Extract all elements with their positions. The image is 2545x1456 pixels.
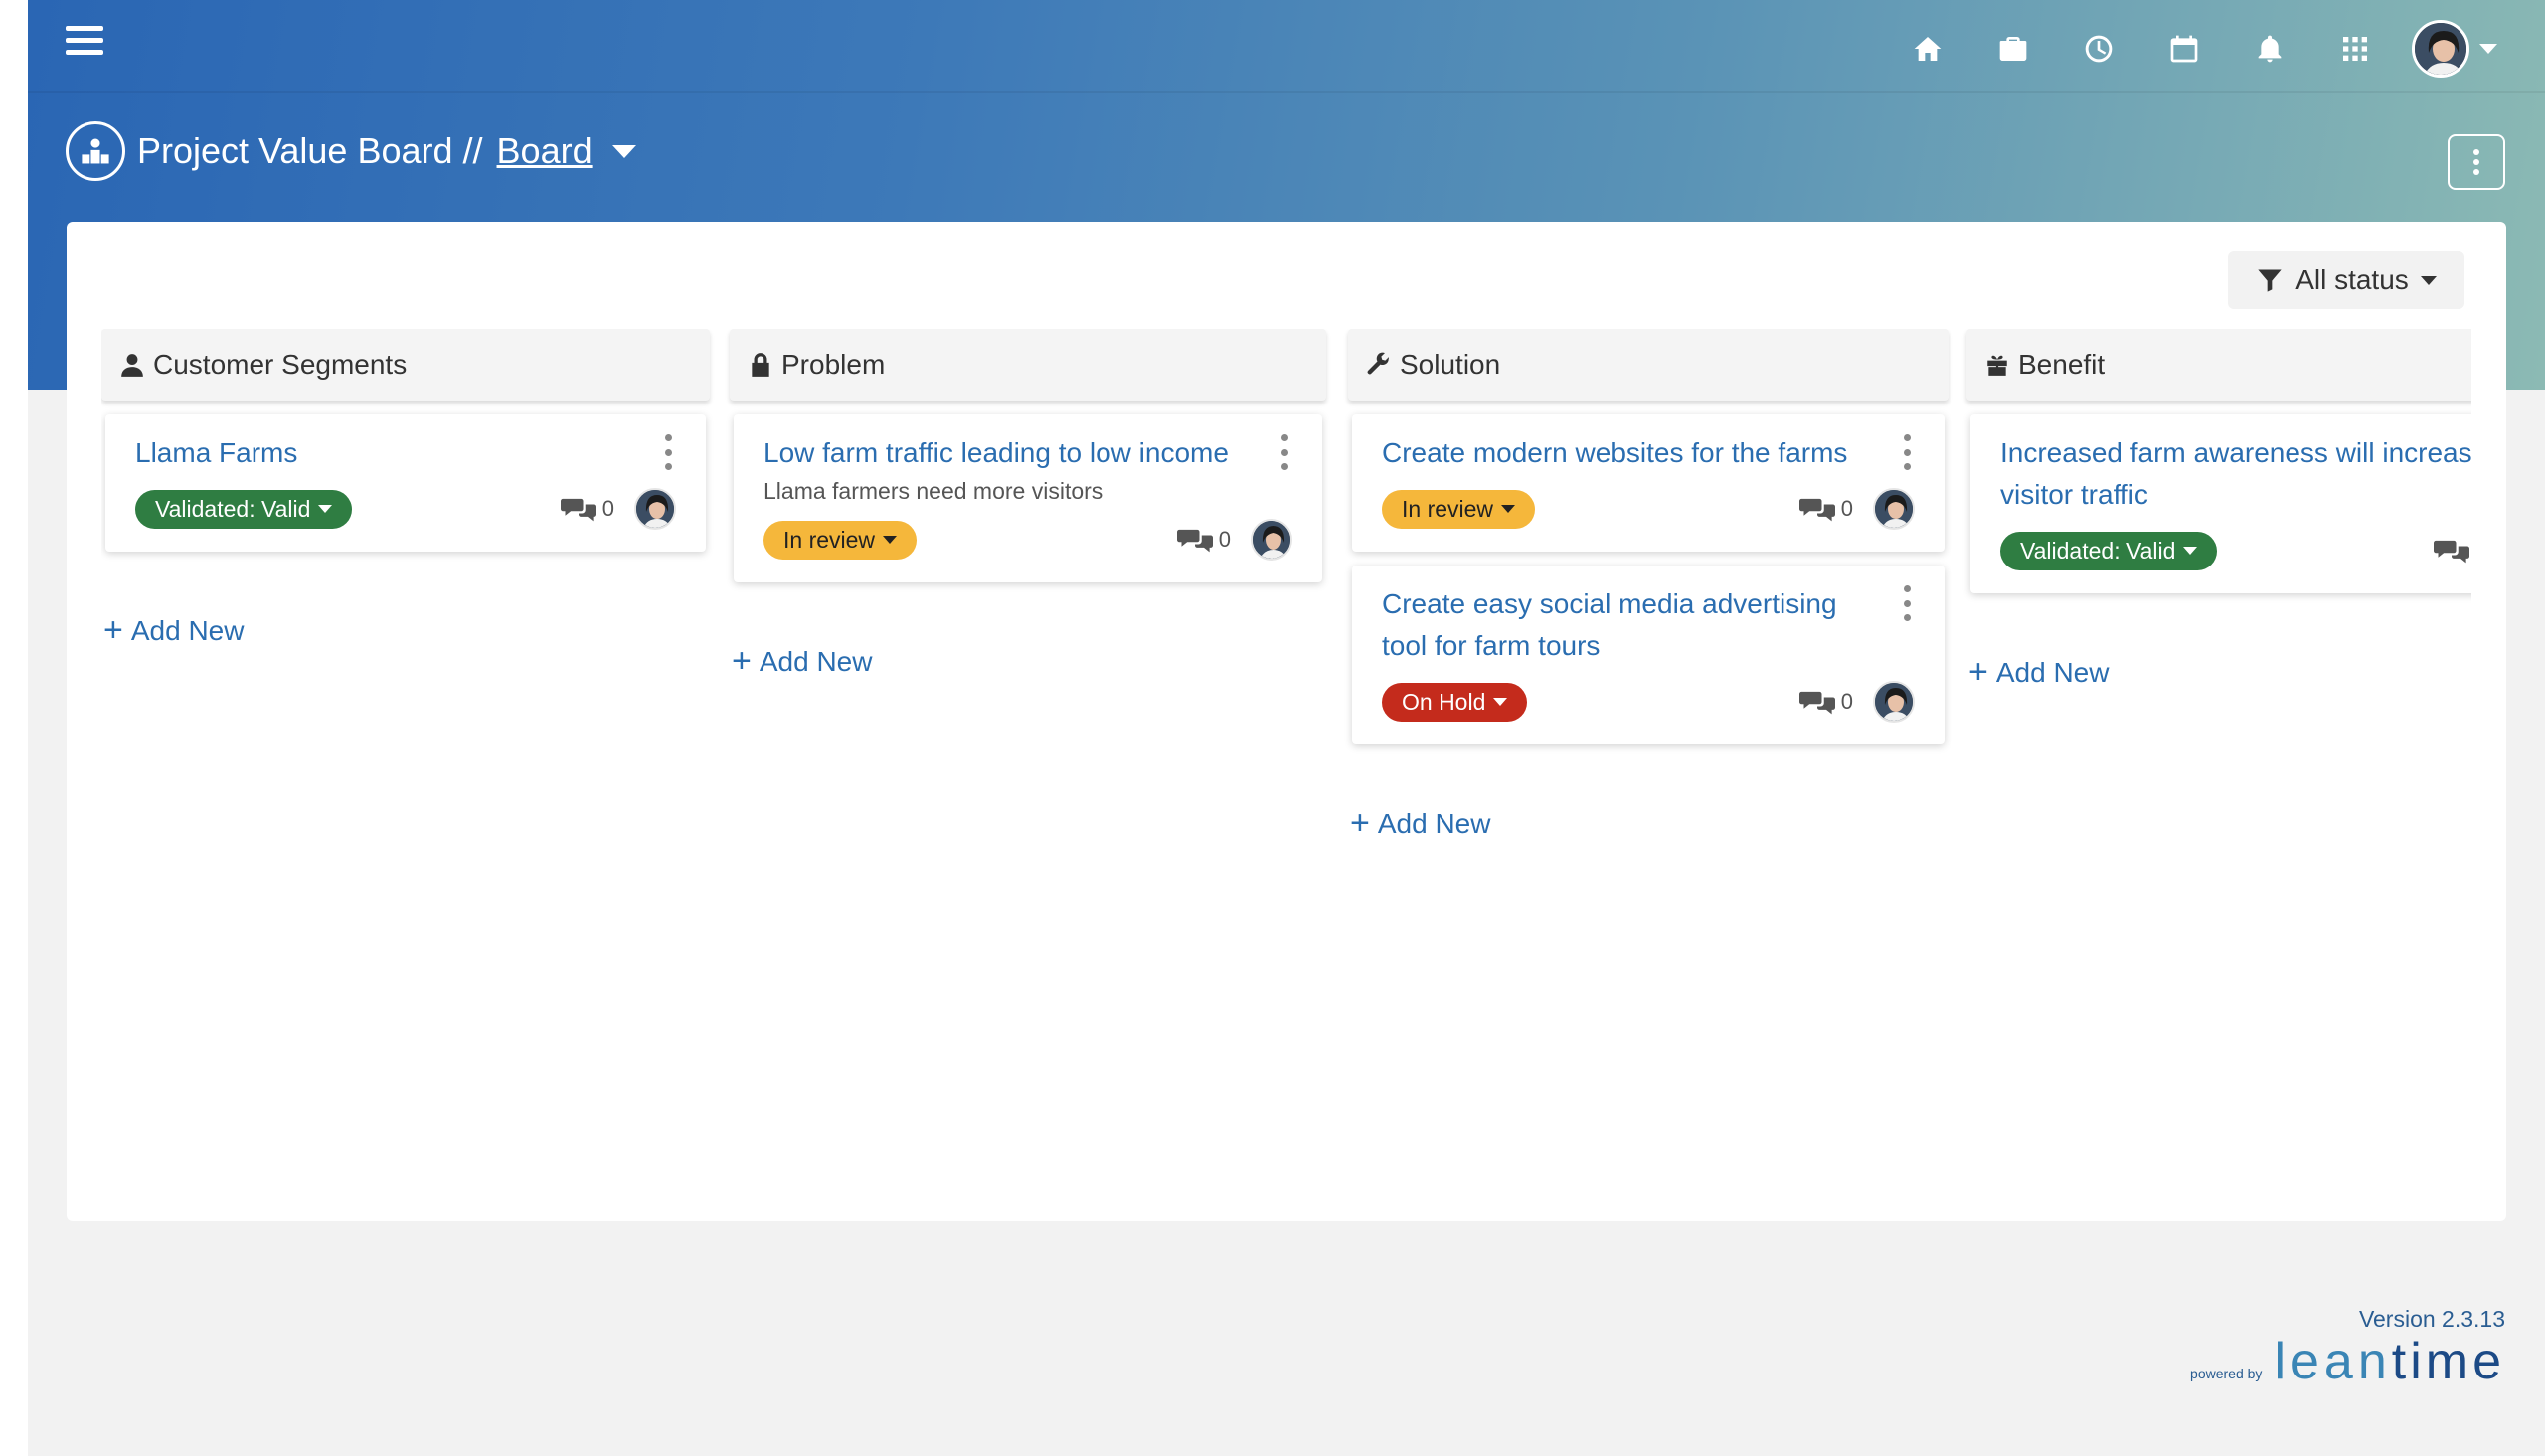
card-options-icon[interactable] [1897,585,1917,621]
user-avatar[interactable] [2412,20,2469,78]
comments-icon [1798,691,1835,715]
comments-icon [2433,540,2469,564]
bell-icon[interactable] [2227,26,2312,72]
column-customer-segments: Customer Segments Llama Farms Validated:… [101,329,710,650]
add-new-button[interactable]: + Add New [1966,653,2471,692]
board-panel: All status Customer Segments Llama Farms… [67,222,2506,1221]
status-badge[interactable]: Validated: Valid [135,489,353,529]
card-options-icon[interactable] [1897,434,1917,470]
add-new-button[interactable]: + Add New [101,611,710,650]
card-title[interactable]: Create modern websites for the farms [1382,432,1915,474]
assignee-avatar[interactable] [634,488,676,530]
column-header: Solution [1348,329,1949,401]
comments-icon [1798,498,1835,522]
chevron-down-icon [2420,275,2437,285]
status-filter-label: All status [2295,264,2409,295]
comments-icon [1176,529,1213,553]
comment-count: 0 [1840,689,1853,714]
comment-count: 0 [1218,527,1231,552]
add-new-button[interactable]: + Add New [730,642,1326,681]
column-title: Solution [1400,349,1501,380]
card[interactable]: Create modern websites for the farms In … [1352,414,1945,552]
comments-button[interactable]: 0 [1798,495,1853,523]
kanban-columns: Customer Segments Llama Farms Validated:… [101,329,2471,1184]
brand-lean: lean [2274,1333,2392,1390]
column-title: Problem [781,349,886,380]
board-view-link[interactable]: Board [497,130,593,172]
card-footer: Validated: Valid 0 [135,488,676,530]
card-title[interactable]: Create easy social media advertising too… [1382,583,1915,667]
comments-button[interactable]: 0 [1176,526,1231,554]
comments-icon [560,498,596,522]
user-menu-chevron-down-icon[interactable] [2479,44,2497,54]
comment-count: 0 [601,496,614,521]
card-title[interactable]: Llama Farms [135,432,676,474]
wrench-icon [1367,352,1389,375]
status-badge[interactable]: In review [1382,489,1536,529]
status-badge[interactable]: On Hold [1382,682,1528,722]
filter-icon [2258,269,2282,292]
card[interactable]: Low farm traffic leading to low income L… [734,414,1322,582]
status-badge[interactable]: In review [764,520,918,560]
status-badge[interactable]: Validated: Valid [2000,531,2218,570]
card-footer: On Hold 0 [1382,681,1915,723]
value-board-icon [66,121,125,181]
card-footer: In review 0 [1382,488,1915,530]
column-header: Customer Segments [101,329,710,401]
column-header: Problem [730,329,1326,401]
card-options-icon[interactable] [658,434,678,470]
page-title: Project Value Board // [137,130,483,171]
home-icon[interactable] [1885,26,1970,72]
user-icon [121,354,143,377]
comments-button[interactable]: 0 [1798,688,1853,716]
calendar-icon[interactable] [2141,26,2227,72]
column-solution: Solution Create modern websites for the … [1348,329,1949,843]
card-footer: In review 0 [764,519,1292,561]
more-options-button[interactable] [2448,134,2505,190]
powered-by-label: powered by [2190,1366,2263,1381]
card[interactable]: Increased farm awareness will increase v… [1970,414,2471,593]
left-gutter [0,0,28,1456]
column-title: Customer Segments [153,349,408,380]
hamburger-menu-icon[interactable] [66,26,103,58]
assignee-avatar[interactable] [1873,681,1915,723]
briefcase-icon[interactable] [1970,26,2056,72]
gift-icon [1987,355,2007,376]
clock-icon[interactable] [2056,26,2141,72]
card-footer: Validated: Valid 0 [2000,530,2471,571]
add-new-button[interactable]: + Add New [1348,804,1949,843]
card[interactable]: Llama Farms Validated: Valid 0 [105,414,706,552]
comment-count: 0 [1840,496,1853,521]
assignee-avatar[interactable] [1873,488,1915,530]
version-label: Version 2.3.13 [2358,1306,2505,1332]
top-nav [1885,20,2497,78]
card-title[interactable]: Increased farm awareness will increase v… [2000,432,2471,516]
assignee-avatar[interactable] [1251,519,1292,561]
apps-grid-icon[interactable] [2312,26,2398,72]
brand-time: time [2391,1333,2505,1390]
column-problem: Problem Low farm traffic leading to low … [730,329,1326,681]
card-title[interactable]: Low farm traffic leading to low income [764,432,1292,474]
column-header: Benefit [1966,329,2471,401]
status-filter-button[interactable]: All status [2228,251,2464,309]
comments-button[interactable]: 0 [2433,537,2471,565]
column-title: Benefit [2018,349,2106,380]
view-dropdown-chevron-down-icon[interactable] [611,144,636,158]
comments-button[interactable]: 0 [560,495,614,523]
card[interactable]: Create easy social media advertising too… [1352,566,1945,744]
page-title-row: Project Value Board // Board [66,121,636,181]
lock-icon [752,353,769,377]
topbar-divider [28,91,2545,93]
card-description: Llama farmers need more visitors [764,478,1103,504]
card-options-icon[interactable] [1274,434,1294,470]
column-benefit: Benefit Increased farm awareness will in… [1966,329,2471,692]
leantime-logo: powered by lean time [2190,1332,2505,1391]
